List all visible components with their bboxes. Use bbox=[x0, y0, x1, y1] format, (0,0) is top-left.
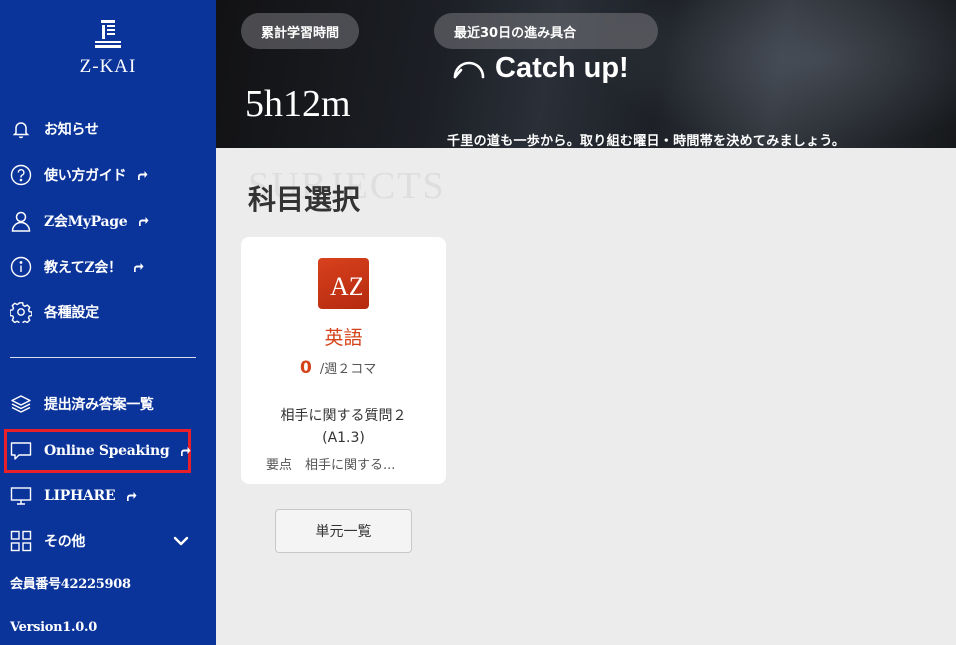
sidebar-item-label: LIPHARE bbox=[44, 488, 116, 504]
encouragement-message: 千里の道も一歩から。取り組む曜日・時間帯を決めてみましょう。 bbox=[447, 134, 846, 148]
sidebar-item-label: Online Speaking bbox=[44, 443, 170, 459]
member-number: 会員番号42225908 bbox=[10, 577, 131, 592]
section-title: 科目選択 bbox=[248, 183, 361, 216]
progress-status: Catch up! bbox=[451, 52, 629, 85]
progress-status-label: Catch up! bbox=[495, 52, 629, 84]
current-lesson-title: 相手に関する質問２ (A1.3) bbox=[241, 405, 446, 449]
sidebar-item-settings[interactable]: 各種設定 bbox=[10, 297, 99, 327]
sidebar-divider bbox=[10, 357, 196, 358]
sidebar-item-other[interactable]: その他 bbox=[10, 526, 85, 556]
recent-progress-label: 最近30日の進み具合 bbox=[434, 13, 658, 49]
sidebar-item-label: 提出済み答案一覧 bbox=[44, 397, 154, 413]
user-icon bbox=[10, 210, 32, 232]
lesson-code: (A1.3) bbox=[322, 430, 365, 446]
chevron-down-icon[interactable] bbox=[172, 532, 190, 550]
external-link-icon bbox=[132, 261, 144, 273]
chat-bubble-icon bbox=[10, 440, 32, 462]
sidebar-item-online-speaking[interactable]: Online Speaking bbox=[10, 436, 191, 466]
total-study-time-label: 累計学習時間 bbox=[241, 13, 360, 49]
z-kai-logo[interactable]: Z-KAI bbox=[0, 18, 216, 78]
sidebar-item-mypage[interactable]: Z会MyPage bbox=[10, 206, 149, 236]
gauge-icon bbox=[453, 61, 485, 78]
layers-icon bbox=[10, 393, 32, 415]
app-version: Version1.0.0 bbox=[10, 620, 97, 635]
subject-name: 英語 bbox=[324, 327, 363, 349]
lesson-title-line: 相手に関する質問２ bbox=[280, 408, 407, 424]
sidebar-item-notifications[interactable]: お知らせ bbox=[10, 114, 99, 144]
monitor-icon bbox=[10, 485, 32, 507]
gear-icon bbox=[10, 301, 32, 323]
sidebar: Z-KAI お知らせ 使い方ガイド Z会MyPage 教えてZ会！ 各種設定 提… bbox=[0, 0, 216, 645]
external-link-icon bbox=[136, 169, 148, 181]
icon-letters: AZ bbox=[330, 272, 362, 299]
total-study-time-value: 5h12m bbox=[245, 83, 351, 125]
sidebar-item-label: お知らせ bbox=[44, 122, 99, 138]
external-link-icon bbox=[179, 445, 191, 457]
info-circle-icon bbox=[10, 256, 32, 278]
sidebar-item-liphare[interactable]: LIPHARE bbox=[10, 481, 137, 511]
sidebar-item-guide[interactable]: 使い方ガイド bbox=[10, 160, 148, 190]
unit-list-button[interactable]: 単元一覧 bbox=[275, 509, 412, 553]
sidebar-item-label: 使い方ガイド bbox=[44, 168, 127, 184]
grid-icon bbox=[10, 530, 32, 552]
study-stats-banner: 累計学習時間 最近30日の進み具合 5h12m Catch up! 千里の道も一… bbox=[216, 0, 956, 148]
sidebar-item-label: その他 bbox=[44, 534, 86, 550]
progress-unit: /週２コマ bbox=[319, 362, 377, 377]
help-circle-icon bbox=[10, 164, 32, 186]
sidebar-item-submitted-answers[interactable]: 提出済み答案一覧 bbox=[10, 389, 154, 419]
external-link-icon bbox=[137, 215, 149, 227]
sidebar-item-label: 各種設定 bbox=[44, 305, 99, 321]
subject-card-english[interactable]: AZ 英語 0 /週２コマ 相手に関する質問２ (A1.3) 要点 相手に関する… bbox=[241, 237, 446, 484]
logo-text: Z-KAI bbox=[79, 56, 137, 77]
sidebar-item-ask-zkai[interactable]: 教えてZ会！ bbox=[10, 252, 144, 282]
sidebar-item-label: 教えてZ会！ bbox=[44, 260, 122, 276]
az-letters-icon: AZ bbox=[330, 272, 362, 299]
sidebar-item-label: Z会MyPage bbox=[44, 214, 128, 230]
lesson-subtitle: 要点 相手に関する... bbox=[266, 458, 396, 473]
z-kai-logo-mark-icon bbox=[95, 20, 121, 48]
weekly-progress: 0 /週２コマ bbox=[300, 358, 376, 378]
english-subject-icon: AZ bbox=[318, 258, 369, 309]
external-link-icon bbox=[125, 490, 137, 502]
progress-count: 0 bbox=[300, 358, 312, 378]
bell-icon bbox=[10, 118, 32, 140]
